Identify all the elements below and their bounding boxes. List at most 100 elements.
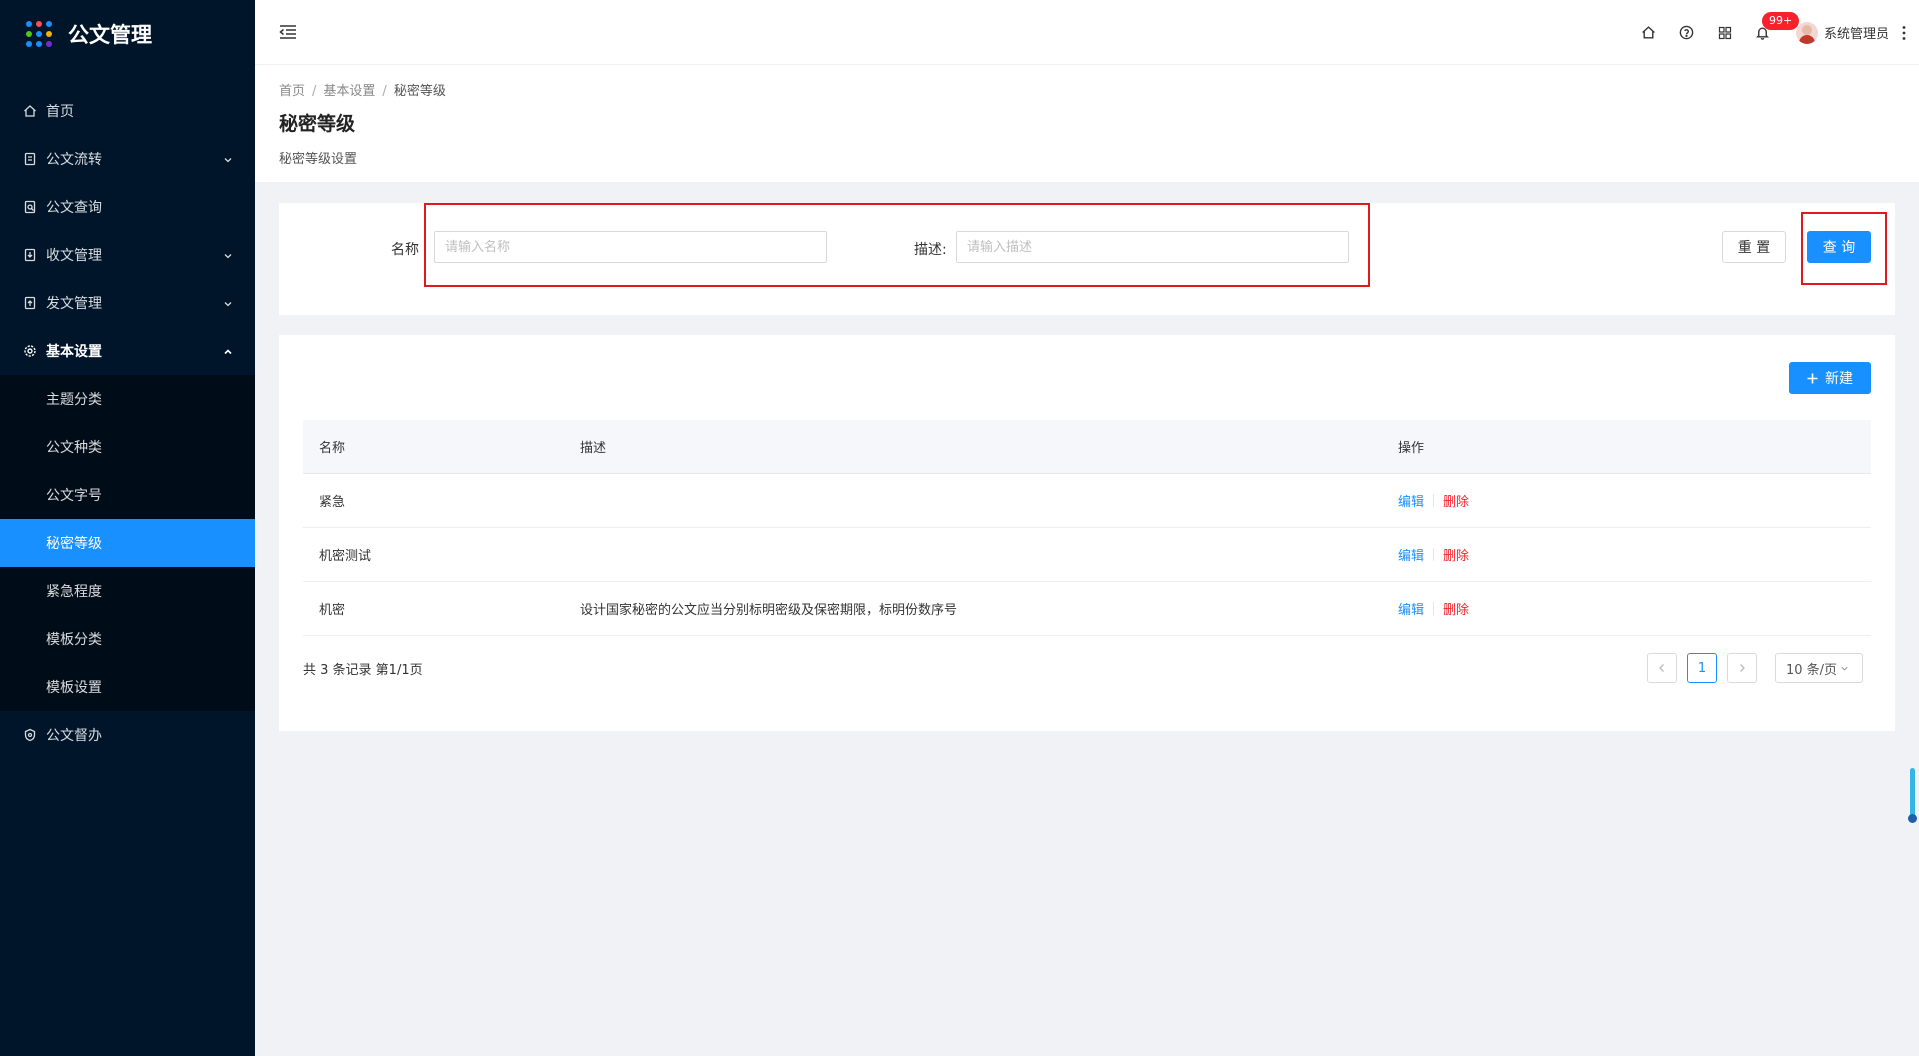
user-menu[interactable]: 系统管理员 — [1795, 21, 1889, 44]
home-icon[interactable] — [1630, 0, 1668, 65]
cell-name: 机密 — [319, 603, 346, 618]
delete-link[interactable]: 删除 — [1443, 545, 1469, 564]
cell-description: 设计国家秘密的公文应当分别标明密级及保密期限，标明份数序号 — [580, 603, 958, 618]
header-actions: 99+ 系统管理员 — [1630, 0, 1919, 65]
description-input[interactable] — [956, 231, 1349, 263]
new-button[interactable]: 新建 — [1789, 362, 1871, 394]
sidebar-item-supervision[interactable]: 公文督办 — [0, 711, 255, 759]
sidebar-item-home[interactable]: 首页 — [0, 87, 255, 135]
apps-grid-icon — [26, 21, 52, 47]
action-divider — [1433, 548, 1435, 561]
page-size-select[interactable]: 10 条/页 — [1775, 653, 1863, 683]
plus-icon — [1807, 373, 1818, 384]
action-divider — [1433, 602, 1435, 615]
cell-actions: 编辑 删除 — [1398, 545, 1469, 564]
notification-badge: 99+ — [1761, 12, 1800, 30]
sidebar-item-document-flow[interactable]: 公文流转 — [0, 135, 255, 183]
app-logo[interactable]: 公文管理 — [0, 0, 255, 68]
breadcrumb-item-home[interactable]: 首页 — [279, 84, 305, 99]
data-table-card: 新建 名称 描述 操作 紧急 编辑 删除 机密测试 编辑 删除 机密 设计国家秘… — [279, 335, 1895, 731]
new-button-label: 新建 — [1825, 371, 1853, 387]
chevron-right-icon — [1738, 663, 1746, 673]
breadcrumb: 首页 / 基本设置 / 秘密等级 — [279, 80, 1919, 99]
column-header-actions: 操作 — [1398, 441, 1425, 456]
basic-settings-submenu: 主题分类 公文种类 公文字号 秘密等级 紧急程度 模板分类 模板设置 — [0, 375, 255, 711]
chevron-up-icon — [223, 345, 233, 361]
name-input[interactable] — [434, 231, 827, 263]
query-button[interactable]: 查 询 — [1807, 231, 1871, 263]
document-icon — [22, 151, 38, 167]
breadcrumb-separator: / — [382, 84, 387, 99]
sidebar-item-label: 收文管理 — [46, 248, 102, 264]
page-header: 首页 / 基本设置 / 秘密等级 秘密等级 秘密等级设置 — [255, 65, 1919, 182]
breadcrumb-item-basic-settings[interactable]: 基本设置 — [323, 84, 375, 99]
sidebar-item-receive-management[interactable]: 收文管理 — [0, 231, 255, 279]
sidebar-item-document-query[interactable]: 公文查询 — [0, 183, 255, 231]
document-search-icon — [22, 199, 38, 215]
submenu-item-urgency-level[interactable]: 紧急程度 — [0, 567, 255, 615]
sidebar-item-label: 公文流转 — [46, 152, 102, 168]
sidebar-item-label: 发文管理 — [46, 296, 102, 312]
send-document-icon — [22, 295, 38, 311]
delete-link[interactable]: 删除 — [1443, 491, 1469, 510]
edit-link[interactable]: 编辑 — [1398, 599, 1424, 618]
submenu-item-secret-level[interactable]: 秘密等级 — [0, 519, 255, 567]
cell-name: 紧急 — [319, 495, 346, 510]
data-table: 名称 描述 操作 紧急 编辑 删除 机密测试 编辑 删除 机密 设计国家秘密的公… — [303, 420, 1871, 636]
chevron-down-icon — [223, 249, 233, 265]
gear-icon — [22, 343, 38, 359]
more-vertical-icon[interactable] — [1889, 25, 1919, 41]
username: 系统管理员 — [1823, 27, 1889, 42]
delete-link[interactable]: 删除 — [1443, 599, 1469, 618]
sidebar: 公文管理 首页 公文流转 公文查询 收文管理 发文管理 基本设置 主题分类 公文… — [0, 0, 255, 1056]
page-subtitle: 秘密等级设置 — [279, 152, 358, 167]
submenu-item-template-category[interactable]: 模板分类 — [0, 615, 255, 663]
reset-button[interactable]: 重 置 — [1722, 231, 1786, 263]
scrollbar-thumb[interactable] — [1910, 768, 1915, 820]
sidebar-item-label: 首页 — [46, 104, 74, 120]
edit-link[interactable]: 编辑 — [1398, 491, 1424, 510]
help-icon[interactable] — [1668, 0, 1706, 65]
prev-page-button[interactable] — [1647, 653, 1677, 683]
top-header: 99+ 系统管理员 — [255, 0, 1919, 65]
scrollbar-handle[interactable] — [1908, 814, 1917, 823]
pagination-summary: 共 3 条记录 第1/1页 — [303, 663, 423, 678]
description-label: 描述: — [914, 242, 947, 258]
sidebar-menu: 首页 公文流转 公文查询 收文管理 发文管理 基本设置 主题分类 公文种类 公文… — [0, 87, 255, 759]
edit-link[interactable]: 编辑 — [1398, 545, 1424, 564]
cell-actions: 编辑 删除 — [1398, 491, 1469, 510]
sidebar-item-label: 公文督办 — [46, 728, 102, 744]
sidebar-item-send-management[interactable]: 发文管理 — [0, 279, 255, 327]
app-title: 公文管理 — [68, 23, 152, 47]
sidebar-item-label: 公文查询 — [46, 200, 102, 216]
breadcrumb-separator: / — [312, 84, 317, 99]
submenu-item-document-number[interactable]: 公文字号 — [0, 471, 255, 519]
apps-icon[interactable] — [1706, 0, 1744, 65]
table-header-row: 名称 描述 操作 — [303, 420, 1871, 474]
next-page-button[interactable] — [1727, 653, 1757, 683]
search-form: 名称 描述: 重 置 查 询 — [279, 203, 1895, 315]
page-size-value: 10 条/页 — [1786, 662, 1838, 678]
submenu-item-template-settings[interactable]: 模板设置 — [0, 663, 255, 711]
sidebar-item-basic-settings[interactable]: 基本设置 — [0, 327, 255, 375]
submenu-item-document-type[interactable]: 公文种类 — [0, 423, 255, 471]
column-header-description: 描述 — [580, 441, 607, 456]
cell-name: 机密测试 — [319, 549, 372, 564]
inbox-document-icon — [22, 247, 38, 263]
chevron-down-icon — [1840, 664, 1849, 673]
menu-collapse-icon[interactable] — [279, 24, 297, 44]
cell-actions: 编辑 删除 — [1398, 599, 1469, 618]
page-title: 秘密等级 — [279, 113, 356, 135]
chevron-down-icon — [223, 297, 233, 313]
name-label: 名称 — [391, 242, 419, 258]
supervise-icon — [22, 727, 38, 743]
page-number-button[interactable]: 1 — [1687, 653, 1717, 683]
table-row: 紧急 编辑 删除 — [303, 474, 1871, 528]
home-icon — [22, 103, 38, 119]
sidebar-item-label: 基本设置 — [46, 344, 102, 360]
bell-icon[interactable]: 99+ — [1744, 0, 1800, 65]
submenu-item-topic-category[interactable]: 主题分类 — [0, 375, 255, 423]
table-row: 机密 设计国家秘密的公文应当分别标明密级及保密期限，标明份数序号 编辑 删除 — [303, 582, 1871, 636]
chevron-left-icon — [1658, 663, 1666, 673]
chevron-down-icon — [223, 153, 233, 169]
